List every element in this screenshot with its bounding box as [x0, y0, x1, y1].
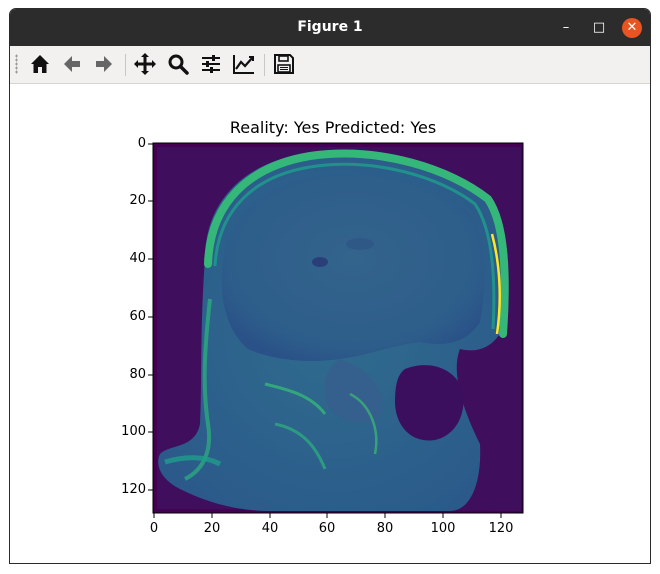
y-tick-label: 120 [121, 482, 146, 497]
x-ticks [153, 513, 502, 518]
toolbar-separator [264, 54, 265, 76]
title-bar[interactable]: Figure 1 – □ ✕ [10, 9, 650, 46]
close-button[interactable]: ✕ [622, 18, 642, 38]
save-icon [274, 54, 294, 74]
x-tick-label: 60 [318, 521, 336, 536]
y-tick-label: 100 [121, 424, 146, 439]
pan-icon [134, 53, 156, 75]
y-ticks [148, 143, 153, 491]
pan-button[interactable] [132, 51, 158, 77]
home-icon [31, 55, 49, 73]
home-button[interactable] [27, 51, 53, 77]
minimize-button[interactable]: – [556, 18, 576, 38]
save-button[interactable] [271, 51, 297, 77]
y-tick-label: 80 [129, 367, 146, 382]
configure-subplots-button[interactable] [198, 51, 224, 77]
window-title: Figure 1 [297, 19, 363, 35]
x-tick-label: 0 [149, 521, 159, 536]
toolbar-grip[interactable] [15, 54, 18, 74]
toolbar [10, 46, 650, 84]
x-tick-label: 120 [488, 521, 514, 536]
y-tick-labels: 0 20 40 60 80 100 120 [102, 84, 146, 563]
back-button[interactable] [59, 51, 85, 77]
x-tick-label: 100 [430, 521, 456, 536]
y-tick-label: 40 [129, 251, 146, 266]
y-tick-label: 20 [129, 193, 146, 208]
zoom-icon [168, 54, 189, 75]
y-tick-label: 60 [129, 309, 146, 324]
x-tick-label: 20 [203, 521, 221, 536]
figure-canvas[interactable]: Reality: Yes Predicted: Yes 0 20 40 60 8… [10, 84, 650, 563]
configure-subplots-icon [202, 55, 220, 73]
back-arrow-icon [64, 56, 80, 72]
edit-axis-button[interactable] [231, 51, 257, 77]
edit-axis-icon [233, 55, 254, 74]
zoom-button[interactable] [165, 51, 191, 77]
image-content [153, 143, 523, 513]
y-tick-label: 0 [137, 136, 146, 151]
maximize-button[interactable]: □ [589, 18, 609, 38]
x-tick-label: 40 [261, 521, 279, 536]
figure-window: Figure 1 – □ ✕ Reality: Yes Predicted: Y… [9, 8, 651, 564]
forward-button[interactable] [91, 51, 117, 77]
toolbar-separator [125, 54, 126, 76]
forward-arrow-icon [96, 56, 112, 72]
x-tick-label: 80 [376, 521, 394, 536]
